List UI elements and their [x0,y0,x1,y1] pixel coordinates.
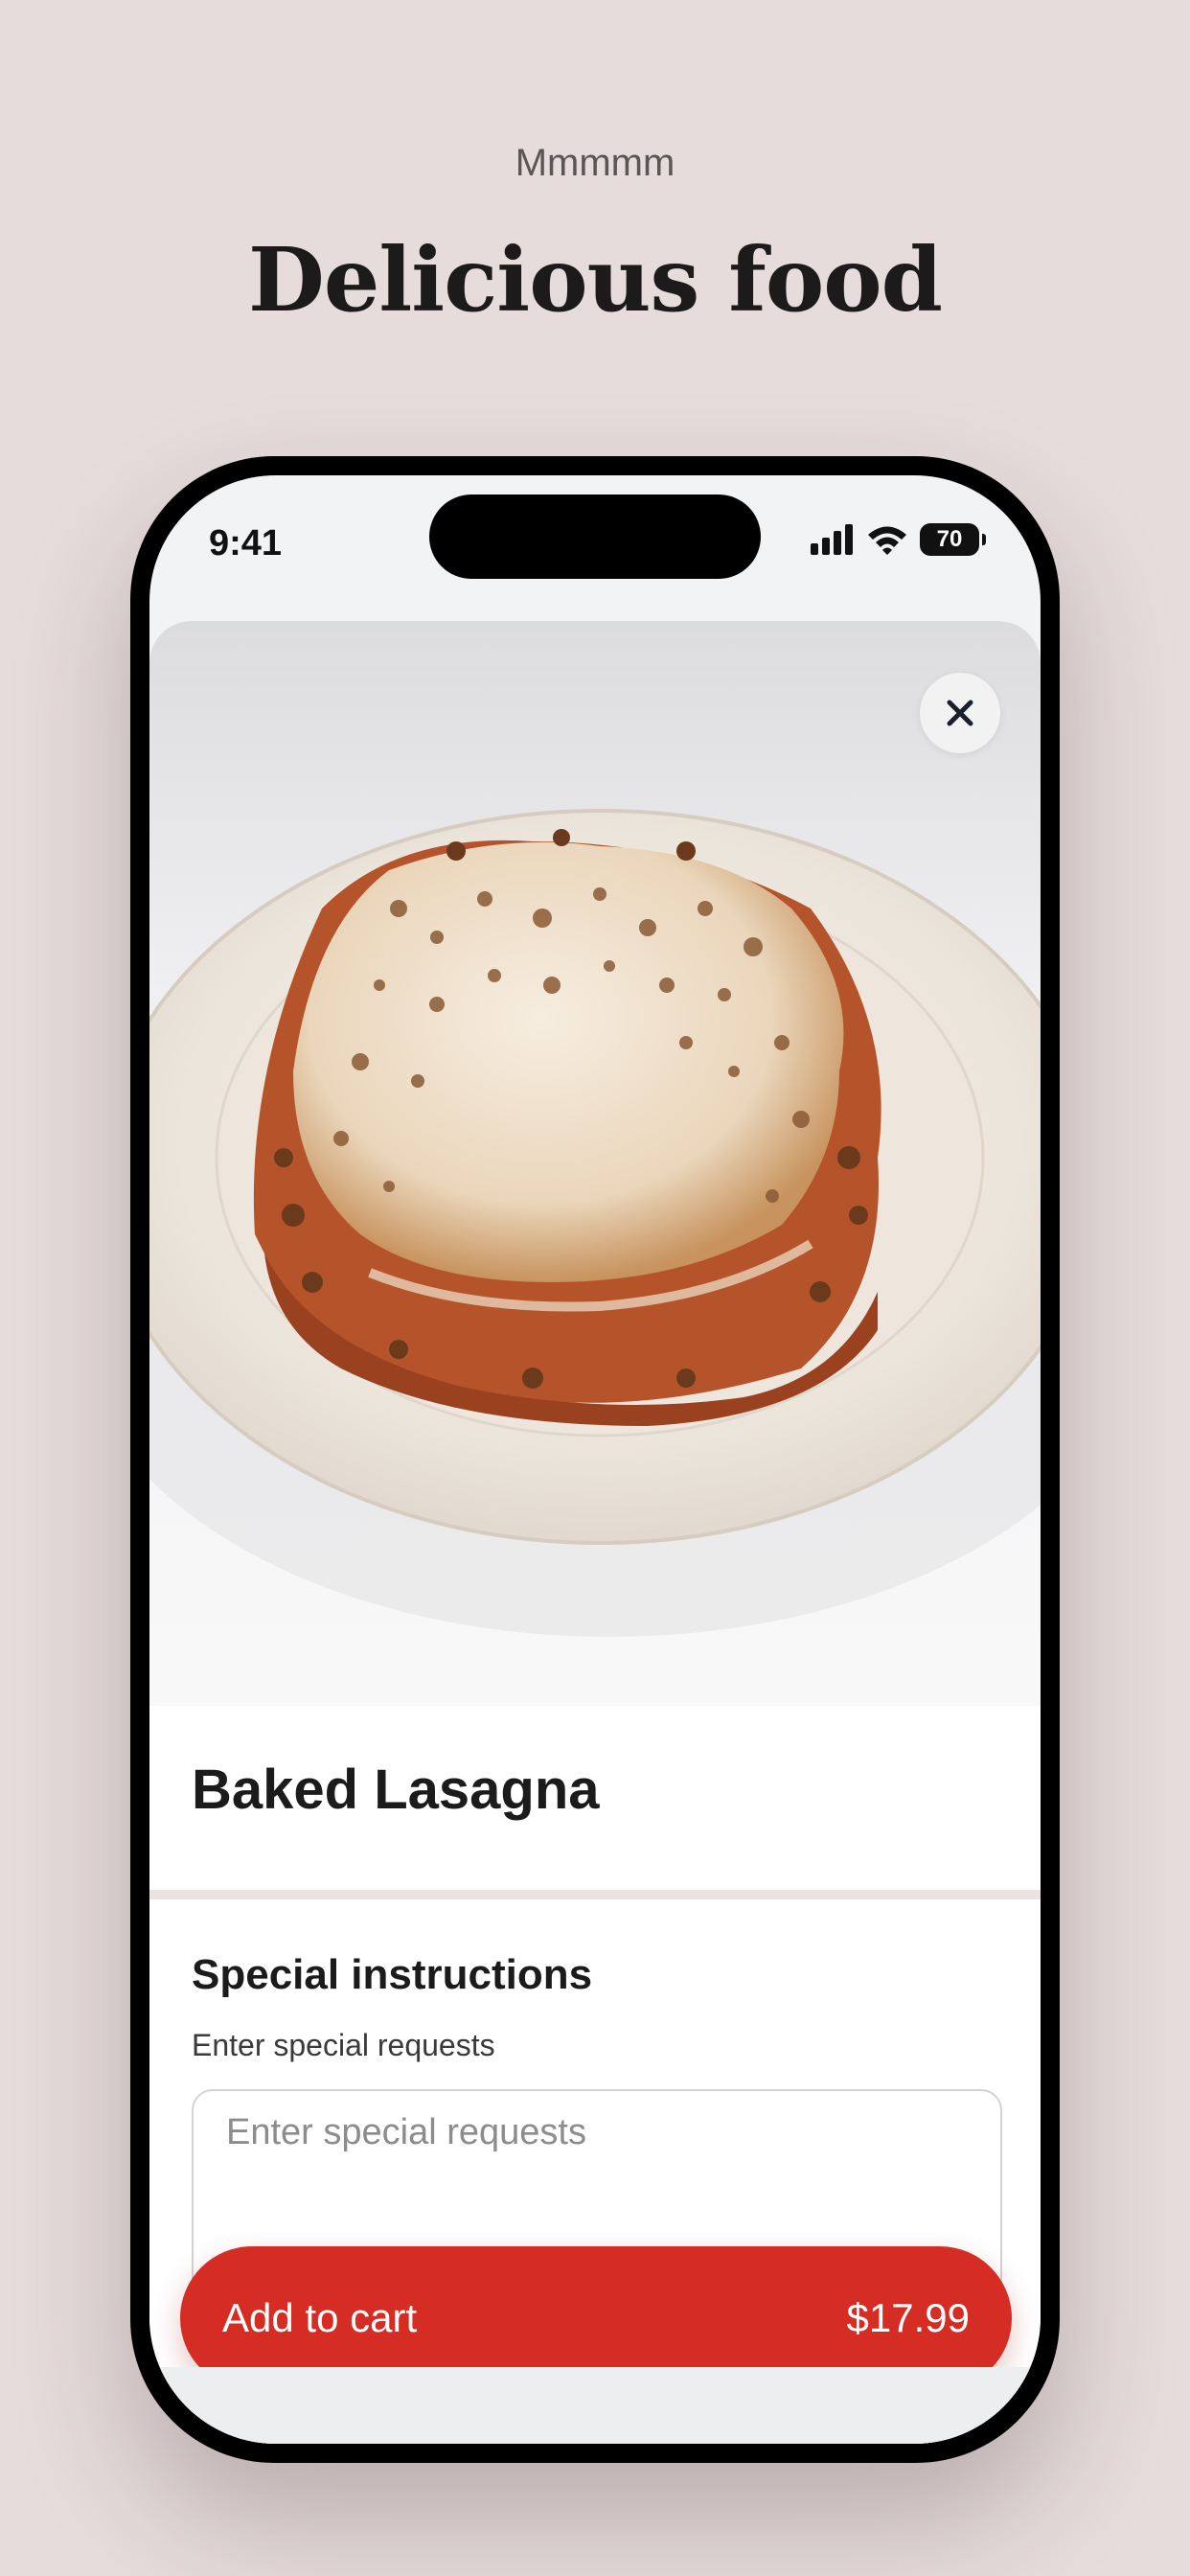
instructions-subtitle: Enter special requests [192,2028,495,2062]
promo-eyebrow: Mmmmm [515,142,675,184]
price-label: $17.99 [846,2295,970,2340]
phone-frame: 9:41 70 Baked Lasagna Special instructio… [130,456,1060,2463]
section-divider [149,1890,1041,1899]
status-time: 9:41 [209,523,283,564]
battery-icon: 70 [920,523,986,556]
signal-icon [811,524,853,555]
add-to-cart-label: Add to cart [222,2295,418,2340]
promo-title: Delicious food [248,228,943,332]
wifi-icon [868,526,906,555]
close-button[interactable] [920,673,1000,753]
status-icons: 70 [809,523,986,556]
home-indicator-area [149,2367,1041,2444]
item-sheet: Baked Lasagna Special instructions Enter… [149,621,1041,2444]
instructions-title: Special instructions [192,1951,593,1998]
dynamic-island [429,494,761,579]
item-name: Baked Lasagna [192,1759,600,1821]
item-photo [149,621,1041,1706]
phone-screen: 9:41 70 Baked Lasagna Special instructio… [149,475,1041,2444]
lasagna-photo [149,809,1041,1637]
close-icon [947,700,973,726]
